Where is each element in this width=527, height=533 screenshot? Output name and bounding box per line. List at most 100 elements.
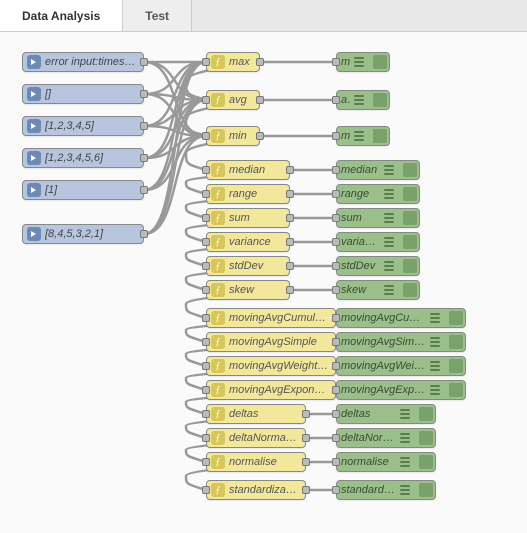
port-input[interactable] [332, 434, 340, 442]
debug-node-movingAvgSimple[interactable]: movingAvgSimple [336, 332, 466, 352]
port-input[interactable] [332, 262, 340, 270]
debug-node-movingAvgExponential[interactable]: movingAvgExponential [336, 380, 466, 400]
port-input[interactable] [202, 410, 210, 418]
func-node-sum[interactable]: ƒsum [206, 208, 290, 228]
debug-node-min[interactable]: min [336, 126, 390, 146]
port-input[interactable] [332, 166, 340, 174]
port-input[interactable] [202, 132, 210, 140]
debug-toggle-button[interactable] [419, 455, 433, 469]
port-input[interactable] [332, 362, 340, 370]
debug-toggle-button[interactable] [373, 129, 387, 143]
port-input[interactable] [332, 386, 340, 394]
input-node-3[interactable]: [1,2,3,4,5,6] [22, 148, 144, 168]
debug-toggle-button[interactable] [403, 163, 417, 177]
port-output[interactable] [302, 434, 310, 442]
port-output[interactable] [140, 122, 148, 130]
port-output[interactable] [286, 286, 294, 294]
port-input[interactable] [202, 386, 210, 394]
port-input[interactable] [332, 314, 340, 322]
port-input[interactable] [202, 314, 210, 322]
port-input[interactable] [332, 58, 340, 66]
debug-node-median[interactable]: median [336, 160, 420, 180]
port-input[interactable] [332, 238, 340, 246]
port-output[interactable] [140, 90, 148, 98]
debug-toggle-button[interactable] [373, 55, 387, 69]
debug-node-range[interactable]: range [336, 184, 420, 204]
debug-node-deltaNormalised[interactable]: deltaNormalised [336, 428, 436, 448]
func-node-movingAvgExponential[interactable]: ƒmovingAvgExponential [206, 380, 336, 400]
func-node-deltas[interactable]: ƒdeltas [206, 404, 306, 424]
debug-toggle-button[interactable] [403, 283, 417, 297]
port-input[interactable] [332, 96, 340, 104]
port-input[interactable] [332, 132, 340, 140]
debug-toggle-button[interactable] [403, 187, 417, 201]
debug-toggle-button[interactable] [419, 431, 433, 445]
port-output[interactable] [256, 58, 264, 66]
debug-toggle-button[interactable] [449, 359, 463, 373]
debug-node-movingAvgCumulative[interactable]: movingAvgCumulative [336, 308, 466, 328]
port-input[interactable] [332, 458, 340, 466]
port-input[interactable] [332, 338, 340, 346]
port-input[interactable] [202, 58, 210, 66]
port-input[interactable] [202, 190, 210, 198]
port-input[interactable] [202, 486, 210, 494]
port-output[interactable] [286, 262, 294, 270]
tab-test[interactable]: Test [123, 0, 192, 31]
debug-node-skew[interactable]: skew [336, 280, 420, 300]
port-output[interactable] [256, 96, 264, 104]
debug-toggle-button[interactable] [449, 311, 463, 325]
flow-canvas[interactable]: error input:timestamp[][1,2,3,4,5][1,2,3… [0, 32, 527, 533]
debug-toggle-button[interactable] [419, 407, 433, 421]
func-node-range[interactable]: ƒrange [206, 184, 290, 204]
port-output[interactable] [286, 166, 294, 174]
port-input[interactable] [202, 434, 210, 442]
func-node-skew[interactable]: ƒskew [206, 280, 290, 300]
debug-node-sum[interactable]: sum [336, 208, 420, 228]
port-input[interactable] [202, 338, 210, 346]
port-input[interactable] [202, 458, 210, 466]
func-node-standardization[interactable]: ƒstandardization [206, 480, 306, 500]
port-input[interactable] [332, 190, 340, 198]
func-node-movingAvgSimple[interactable]: ƒmovingAvgSimple [206, 332, 336, 352]
port-output[interactable] [140, 186, 148, 194]
port-output[interactable] [140, 230, 148, 238]
port-output[interactable] [302, 410, 310, 418]
func-node-min[interactable]: ƒmin [206, 126, 260, 146]
port-input[interactable] [202, 286, 210, 294]
func-node-stdDev[interactable]: ƒstdDev [206, 256, 290, 276]
func-node-movingAvgWeighted[interactable]: ƒmovingAvgWeighted [206, 356, 336, 376]
debug-node-deltas[interactable]: deltas [336, 404, 436, 424]
input-node-4[interactable]: [1] [22, 180, 144, 200]
debug-node-variance[interactable]: variance [336, 232, 420, 252]
debug-toggle-button[interactable] [403, 235, 417, 249]
port-input[interactable] [332, 410, 340, 418]
debug-toggle-button[interactable] [373, 93, 387, 107]
func-node-variance[interactable]: ƒvariance [206, 232, 290, 252]
input-node-5[interactable]: [8,4,5,3,2,1] [22, 224, 144, 244]
debug-toggle-button[interactable] [449, 383, 463, 397]
port-input[interactable] [202, 214, 210, 222]
debug-node-stdDev[interactable]: stdDev [336, 256, 420, 276]
port-input[interactable] [202, 166, 210, 174]
func-node-avg[interactable]: ƒavg [206, 90, 260, 110]
debug-node-max[interactable]: max [336, 52, 390, 72]
port-input[interactable] [202, 262, 210, 270]
input-node-1[interactable]: [] [22, 84, 144, 104]
port-output[interactable] [302, 458, 310, 466]
port-input[interactable] [202, 96, 210, 104]
func-node-median[interactable]: ƒmedian [206, 160, 290, 180]
port-output[interactable] [140, 154, 148, 162]
port-output[interactable] [286, 190, 294, 198]
port-input[interactable] [332, 214, 340, 222]
func-node-deltaNormalised[interactable]: ƒdeltaNormalised [206, 428, 306, 448]
port-input[interactable] [202, 362, 210, 370]
func-node-max[interactable]: ƒmax [206, 52, 260, 72]
func-node-movingAvgCumulative[interactable]: ƒmovingAvgCumulative [206, 308, 336, 328]
debug-node-normalise[interactable]: normalise [336, 452, 436, 472]
port-input[interactable] [202, 238, 210, 246]
debug-node-movingAvgWeighted[interactable]: movingAvgWeighted [336, 356, 466, 376]
debug-node-standardization[interactable]: standardization [336, 480, 436, 500]
port-output[interactable] [286, 214, 294, 222]
debug-toggle-button[interactable] [449, 335, 463, 349]
input-node-0[interactable]: error input:timestamp [22, 52, 144, 72]
